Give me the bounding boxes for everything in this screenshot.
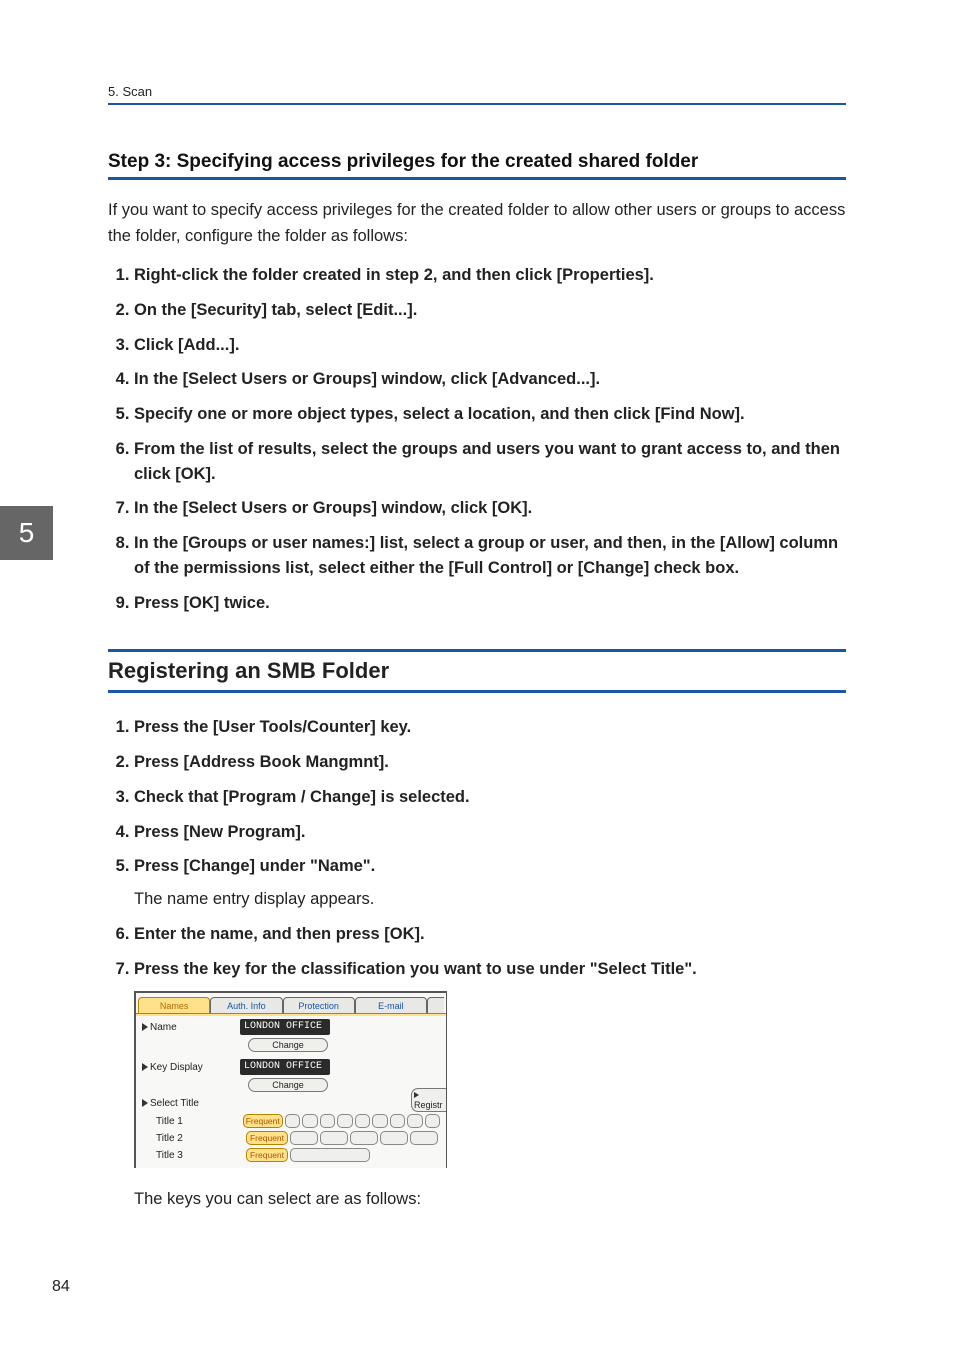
step3-item-1: Right-click the folder created in step 2… xyxy=(134,263,846,288)
tab-more[interactable] xyxy=(427,997,444,1013)
register-item-6: Enter the name, and then press [OK]. xyxy=(134,922,846,947)
step3-item-2: On the [Security] tab, select [Edit...]. xyxy=(134,298,846,323)
title2-slot[interactable] xyxy=(290,1131,318,1145)
change-key-display-button[interactable]: Change xyxy=(248,1078,328,1092)
register-item-3: Check that [Program / Change] is selecte… xyxy=(134,785,846,810)
step3-item-8: In the [Groups or user names:] list, sel… xyxy=(134,531,846,581)
step3-item-8-text: In the [Groups or user names:] list, sel… xyxy=(134,534,838,577)
register-item-7-text: Press the key for the classification you… xyxy=(134,960,697,978)
title2-slot[interactable] xyxy=(320,1131,348,1145)
triangle-icon xyxy=(142,1023,148,1031)
label-title1: Title 1 xyxy=(142,1116,241,1127)
register-item-7: Press the key for the classification you… xyxy=(134,957,846,982)
tab-auth-info[interactable]: Auth. Info xyxy=(210,997,282,1013)
register-list: Press the [User Tools/Counter] key. Pres… xyxy=(108,715,846,981)
step3-item-4-text: In the [Select Users or Groups] window, … xyxy=(134,370,600,388)
row-key-display: Key Display LONDON OFFICE xyxy=(136,1056,446,1075)
triangle-icon xyxy=(142,1063,148,1071)
step3-item-6: From the list of results, select the gro… xyxy=(134,437,846,487)
step3-item-9: Press [OK] twice. xyxy=(134,591,846,616)
title2-slot[interactable] xyxy=(350,1131,378,1145)
label-select-title-text: Select Title xyxy=(150,1098,199,1109)
register-item-5-sub: The name entry display appears. xyxy=(134,887,846,912)
title1-slot[interactable] xyxy=(407,1114,422,1128)
register-heading: Registering an SMB Folder xyxy=(108,658,846,684)
tab-names[interactable]: Names xyxy=(138,997,210,1013)
register-item-5-text: Press [Change] under "Name". xyxy=(134,857,375,875)
register-item-5: Press [Change] under "Name". The name en… xyxy=(134,854,846,912)
title1-frequent-button[interactable]: Frequent xyxy=(243,1114,283,1128)
title1-slot[interactable] xyxy=(337,1114,352,1128)
row-name: Name LONDON OFFICE xyxy=(136,1016,446,1035)
device-ui-figure: Names Auth. Info Protection E-mail Name … xyxy=(134,991,846,1168)
page-number: 84 xyxy=(52,1278,70,1296)
register-item-2: Press [Address Book Mangmnt]. xyxy=(134,750,846,775)
triangle-icon xyxy=(414,1092,419,1098)
after-image-text: The keys you can select are as follows: xyxy=(134,1190,846,1209)
title2-slot[interactable] xyxy=(380,1131,408,1145)
register-item-3-text: Check that [Program / Change] is selecte… xyxy=(134,788,470,806)
label-title2: Title 2 xyxy=(142,1133,244,1144)
title-row-3: Title 3 Frequent xyxy=(142,1148,440,1162)
step3-rule xyxy=(108,177,846,180)
register-item-6-text: Enter the name, and then press [OK]. xyxy=(134,925,425,943)
ui-tabs: Names Auth. Info Protection E-mail xyxy=(136,993,446,1013)
step3-item-3: Click [Add...]. xyxy=(134,333,846,358)
step3-item-9-text: Press [OK] twice. xyxy=(134,594,270,612)
title1-slot[interactable] xyxy=(302,1114,317,1128)
page: 5. Scan 5 Step 3: Specifying access priv… xyxy=(0,0,954,1354)
title1-slot[interactable] xyxy=(390,1114,405,1128)
title1-slot[interactable] xyxy=(320,1114,335,1128)
register-item-1: Press the [User Tools/Counter] key. xyxy=(134,715,846,740)
label-name: Name xyxy=(142,1022,240,1033)
title3-slot[interactable] xyxy=(290,1148,370,1162)
title1-slot[interactable] xyxy=(425,1114,440,1128)
triangle-icon xyxy=(142,1099,148,1107)
title-rows: Title 1 Frequent Title 2 xyxy=(136,1114,446,1168)
step3-item-3-text: Click [Add...]. xyxy=(134,336,239,354)
step3-item-6-text: From the list of results, select the gro… xyxy=(134,440,840,483)
title-row-2: Title 2 Frequent xyxy=(142,1131,440,1145)
step3-item-7-text: In the [Select Users or Groups] window, … xyxy=(134,499,532,517)
step3-item-5-text: Specify one or more object types, select… xyxy=(134,405,745,423)
label-key-display-text: Key Display xyxy=(150,1062,203,1073)
register-as-button[interactable]: Registr xyxy=(411,1088,446,1112)
register-item-1-text: Press the [User Tools/Counter] key. xyxy=(134,718,411,736)
title-row-1: Title 1 Frequent xyxy=(142,1114,440,1128)
value-name: LONDON OFFICE xyxy=(240,1019,330,1035)
register-item-4: Press [New Program]. xyxy=(134,820,846,845)
register-item-4-text: Press [New Program]. xyxy=(134,823,305,841)
register-rule-bottom xyxy=(108,690,846,693)
tab-protection[interactable]: Protection xyxy=(283,997,355,1013)
chapter-tab: 5 xyxy=(0,506,53,560)
title1-slot[interactable] xyxy=(372,1114,387,1128)
register-as-label: Registr xyxy=(414,1100,443,1110)
tab-email[interactable]: E-mail xyxy=(355,997,427,1013)
step3-item-2-text: On the [Security] tab, select [Edit...]. xyxy=(134,301,417,319)
register-rule-top xyxy=(108,649,846,652)
step3-item-4: In the [Select Users or Groups] window, … xyxy=(134,367,846,392)
step3-list: Right-click the folder created in step 2… xyxy=(108,263,846,615)
register-section: Registering an SMB Folder Press the [Use… xyxy=(108,649,846,1209)
step3-item-5: Specify one or more object types, select… xyxy=(134,402,846,427)
label-key-display: Key Display xyxy=(142,1062,240,1073)
running-header: 5. Scan xyxy=(108,84,846,99)
title1-slot[interactable] xyxy=(355,1114,370,1128)
title2-frequent-button[interactable]: Frequent xyxy=(246,1131,288,1145)
change-name-button[interactable]: Change xyxy=(248,1038,328,1052)
value-key-display: LONDON OFFICE xyxy=(240,1059,330,1075)
label-title3: Title 3 xyxy=(142,1150,244,1161)
label-name-text: Name xyxy=(150,1022,177,1033)
step3-intro: If you want to specify access privileges… xyxy=(108,198,846,249)
step3-heading: Step 3: Specifying access privileges for… xyxy=(108,151,846,173)
title2-slot[interactable] xyxy=(410,1131,438,1145)
register-item-2-text: Press [Address Book Mangmnt]. xyxy=(134,753,389,771)
step3-item-7: In the [Select Users or Groups] window, … xyxy=(134,496,846,521)
device-ui-panel: Names Auth. Info Protection E-mail Name … xyxy=(134,991,447,1168)
header-rule xyxy=(108,103,846,105)
step3-item-1-text: Right-click the folder created in step 2… xyxy=(134,266,654,284)
title3-frequent-button[interactable]: Frequent xyxy=(246,1148,288,1162)
title1-slot[interactable] xyxy=(285,1114,300,1128)
label-select-title: Select Title xyxy=(136,1092,446,1111)
